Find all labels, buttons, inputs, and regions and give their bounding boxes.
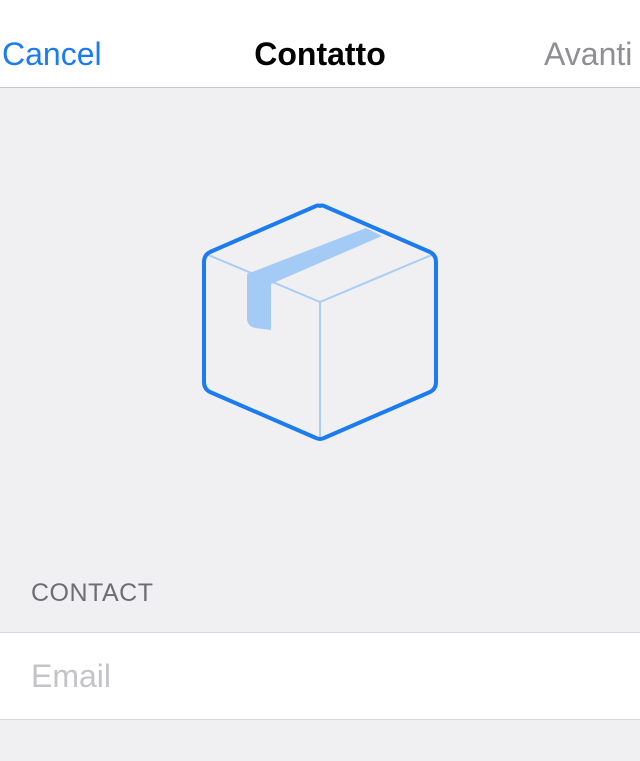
next-button[interactable]: Avanti xyxy=(544,34,632,74)
email-cell xyxy=(0,632,640,720)
section-header-contact: CONTACT xyxy=(31,579,154,607)
cancel-button[interactable]: Cancel xyxy=(2,34,102,74)
email-field[interactable] xyxy=(31,653,611,699)
navigation-bar: Cancel Contatto Avanti xyxy=(0,0,640,88)
package-box-icon xyxy=(202,203,438,441)
hero-illustration xyxy=(0,88,640,558)
